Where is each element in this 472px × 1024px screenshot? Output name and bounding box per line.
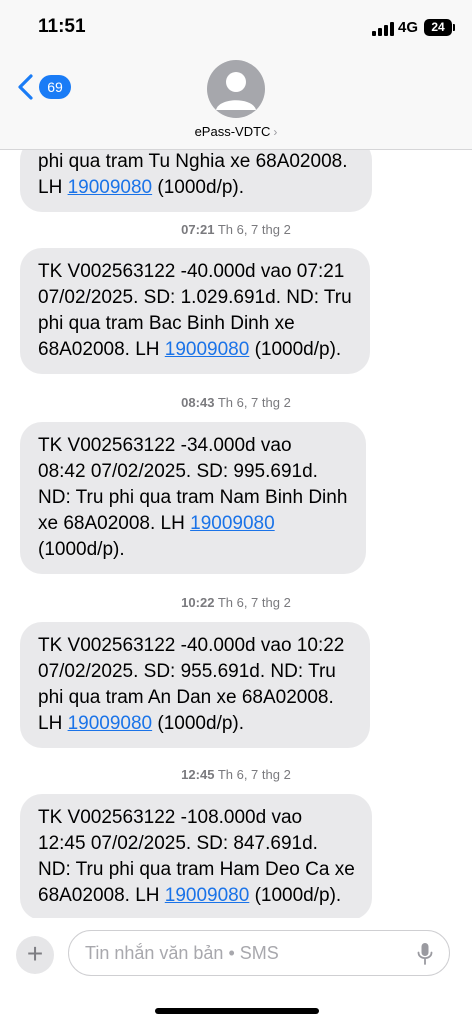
phone-link[interactable]: 19009080 [68, 713, 153, 734]
phone-link[interactable]: 19009080 [190, 513, 275, 534]
timestamp-time: 07:21 [181, 222, 215, 237]
timestamp: 08:43 Th 6, 7 thg 2 [0, 395, 472, 410]
chevron-right-icon: › [273, 125, 278, 139]
message-text: (1000d/p). [249, 339, 342, 360]
message-field[interactable] [68, 930, 450, 976]
message-bubble[interactable]: TK V002563122 -40.000d vao 07:21 07/02/2… [20, 248, 370, 374]
message-text: (1000d/p). [38, 539, 125, 560]
phone-link[interactable]: 19009080 [68, 177, 153, 198]
contact-avatar[interactable] [207, 60, 265, 118]
home-indicator[interactable] [155, 1008, 319, 1014]
chevron-left-icon [18, 74, 33, 100]
phone-link[interactable]: 19009080 [165, 885, 250, 906]
timestamp: 10:22 Th 6, 7 thg 2 [0, 595, 472, 610]
conversation-header: 11:51 4G 24 69 ePass-VDTC › [0, 0, 472, 150]
status-bar: 11:51 4G 24 [0, 0, 472, 54]
microphone-icon[interactable] [417, 942, 433, 966]
battery-tip [453, 24, 455, 31]
timestamp-time: 12:45 [181, 767, 215, 782]
timestamp: 12:45 Th 6, 7 thg 2 [0, 767, 472, 782]
message-text: (1000d/p). [249, 885, 342, 906]
plus-icon: + [26, 938, 44, 969]
timestamp-date: Th 6, 7 thg 2 [217, 222, 291, 237]
message-text: (1000d/p). [152, 177, 245, 198]
timestamp-date: Th 6, 7 thg 2 [217, 595, 291, 610]
network-type: 4G [398, 19, 419, 36]
message-bubble[interactable]: TK V002563122 -108.000d vao 12:45 07/02/… [20, 794, 372, 920]
contact-name-button[interactable]: ePass-VDTC › [0, 124, 472, 139]
signal-icon [372, 22, 394, 36]
back-button[interactable]: 69 [16, 72, 76, 102]
timestamp-time: 08:43 [181, 395, 215, 410]
message-bubble[interactable]: TK V002563122 -34.000d vao 08:42 07/02/2… [20, 422, 366, 574]
timestamp-date: Th 6, 7 thg 2 [217, 767, 291, 782]
message-bubble[interactable]: TK V002563122 -40.000d vao 10:22 07/02/2… [20, 622, 370, 748]
add-attachment-button[interactable]: + [16, 936, 54, 974]
contact-name: ePass-VDTC [194, 124, 271, 139]
message-text: (1000d/p). [152, 713, 245, 734]
message-input[interactable] [85, 931, 395, 975]
messages-screen: phi qua tram Tu Nghia xe 68A02008. LH 19… [0, 0, 472, 1024]
phone-link[interactable]: 19009080 [165, 339, 250, 360]
unread-count-badge: 69 [39, 75, 71, 99]
person-icon [216, 72, 256, 110]
compose-bar: + [0, 918, 472, 1024]
status-time: 11:51 [38, 16, 86, 37]
timestamp: 07:21 Th 6, 7 thg 2 [0, 222, 472, 237]
battery-icon: 24 [424, 19, 452, 36]
message-list[interactable]: phi qua tram Tu Nghia xe 68A02008. LH 19… [0, 0, 472, 1024]
timestamp-date: Th 6, 7 thg 2 [217, 395, 291, 410]
timestamp-time: 10:22 [181, 595, 215, 610]
